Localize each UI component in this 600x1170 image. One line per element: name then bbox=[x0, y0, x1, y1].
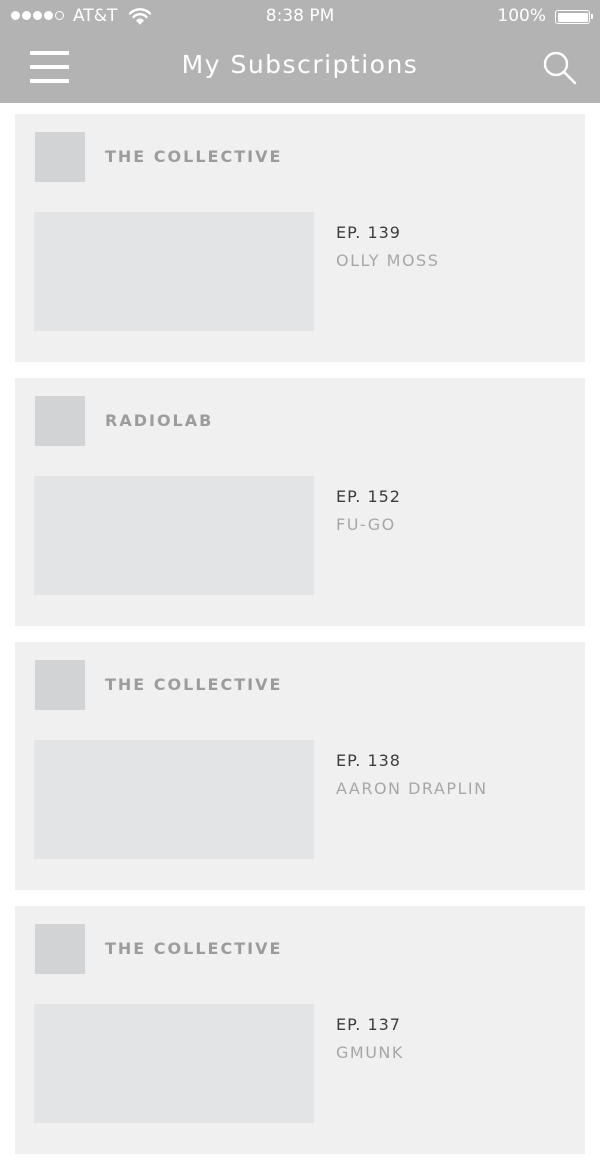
episode-artwork[interactable] bbox=[34, 740, 314, 859]
episode-number: EP. 138 bbox=[336, 751, 401, 770]
podcast-name[interactable]: THE COLLECTIVE bbox=[105, 939, 282, 959]
status-bar: AT&T 8:38 PM 100% bbox=[0, 0, 600, 34]
battery-percentage: 100% bbox=[497, 6, 546, 26]
episode-card[interactable]: THE COLLECTIVE EP. 137 GMUNK bbox=[15, 906, 585, 1154]
battery-icon bbox=[555, 10, 593, 24]
episode-artwork[interactable] bbox=[34, 212, 314, 331]
episode-card[interactable]: THE COLLECTIVE EP. 138 AARON DRAPLIN bbox=[15, 642, 585, 890]
podcast-artwork[interactable] bbox=[35, 660, 85, 710]
nav-bar: My Subscriptions bbox=[0, 34, 600, 103]
subscription-feed: THE COLLECTIVE EP. 139 OLLY MOSS RADIOLA… bbox=[15, 114, 585, 1170]
episode-artwork[interactable] bbox=[34, 476, 314, 595]
app-header: AT&T 8:38 PM 100% My Subscriptions bbox=[0, 0, 600, 103]
episode-title[interactable]: AARON DRAPLIN bbox=[336, 779, 488, 799]
podcast-name[interactable]: RADIOLAB bbox=[105, 411, 213, 431]
episode-card[interactable]: RADIOLAB EP. 152 FU-GO bbox=[15, 378, 585, 626]
podcast-artwork[interactable] bbox=[35, 132, 85, 182]
episode-number: EP. 137 bbox=[336, 1015, 401, 1034]
podcast-name[interactable]: THE COLLECTIVE bbox=[105, 147, 282, 167]
episode-artwork[interactable] bbox=[34, 1004, 314, 1123]
episode-number: EP. 152 bbox=[336, 487, 401, 506]
episode-title[interactable]: FU-GO bbox=[336, 515, 396, 535]
page-title: My Subscriptions bbox=[181, 50, 419, 79]
podcast-name[interactable]: THE COLLECTIVE bbox=[105, 675, 282, 695]
episode-card[interactable]: THE COLLECTIVE EP. 139 OLLY MOSS bbox=[15, 114, 585, 362]
episode-title[interactable]: OLLY MOSS bbox=[336, 251, 439, 271]
episode-number: EP. 139 bbox=[336, 223, 401, 242]
podcast-artwork[interactable] bbox=[35, 396, 85, 446]
episode-title[interactable]: GMUNK bbox=[336, 1043, 404, 1063]
search-icon[interactable] bbox=[542, 50, 578, 86]
podcast-artwork[interactable] bbox=[35, 924, 85, 974]
